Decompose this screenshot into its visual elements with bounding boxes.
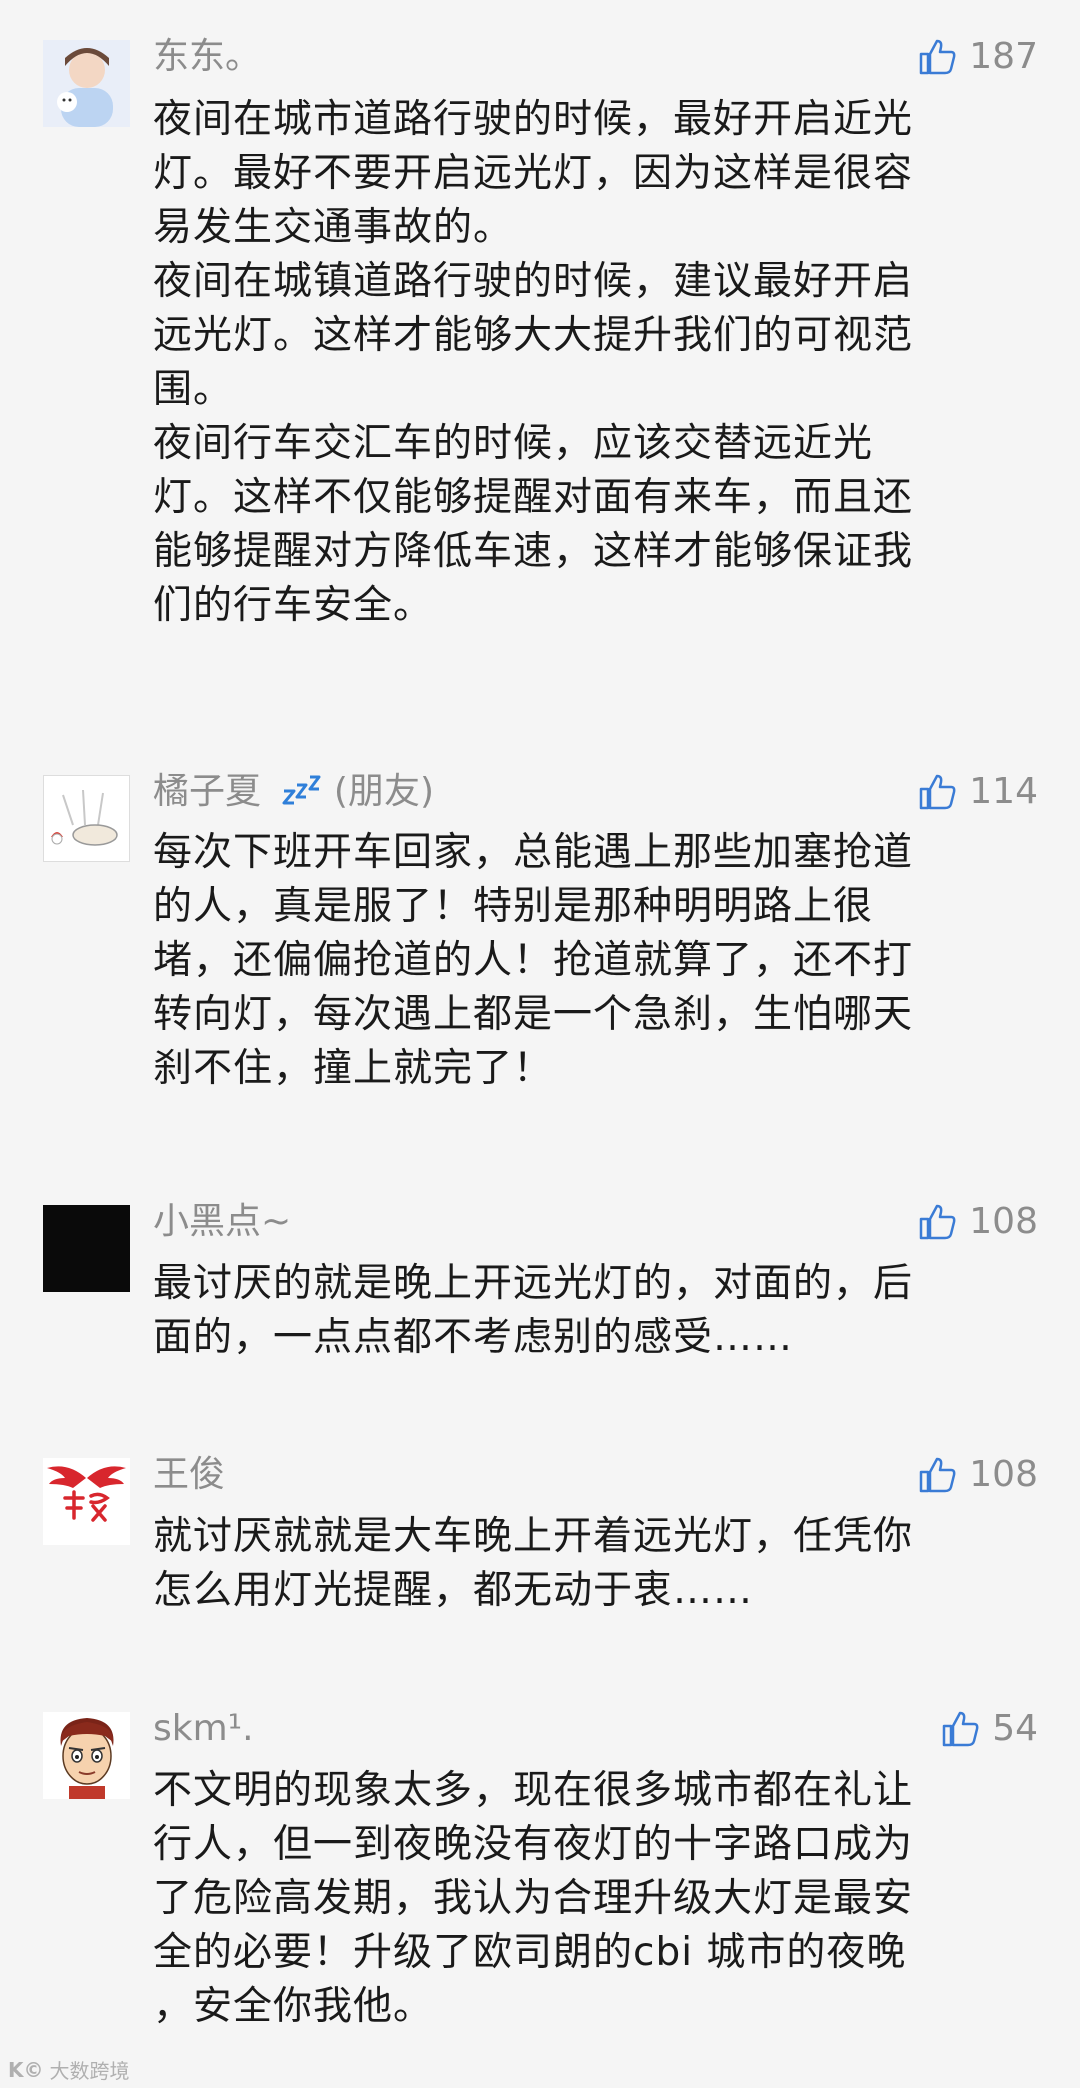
like-button[interactable]: 54 xyxy=(940,1707,1038,1751)
watermark: K© 大数跨境 xyxy=(8,2055,130,2084)
like-count: 187 xyxy=(969,36,1038,77)
comment-text: 不文明的现象太多，现在很多城市都在礼让 行人，但一到夜晚没有夜灯的十字路口成为 … xyxy=(153,1764,1033,2034)
comment-text: 每次下班开车回家，总能遇上那些加塞抢道 的人，真是服了！特别是那种明明路上很 堵… xyxy=(153,826,1033,1096)
like-button[interactable]: 114 xyxy=(917,770,1038,814)
avatar[interactable] xyxy=(43,775,130,862)
thumbs-up-icon xyxy=(920,39,956,75)
like-count: 114 xyxy=(969,771,1038,812)
comment-line: 堵，还偏偏抢道的人！抢道就算了，还不打 xyxy=(153,938,914,983)
cartoon-boy-avatar-icon xyxy=(43,40,130,127)
thumbs-up-icon xyxy=(920,1457,956,1493)
comment-line: 面的，一点点都不考虑别的感受…… xyxy=(153,1315,794,1360)
comment-line: 们的行车安全。 xyxy=(153,583,434,628)
comment-line: 夜间在城镇道路行驶的时候，建议最好开启 xyxy=(153,259,914,304)
comment-text: 夜间在城市道路行驶的时候，最好开启近光 灯。最好不要开启远光灯，因为这样是很容 … xyxy=(153,93,1033,633)
comment-line: 灯。最好不要开启远光灯，因为这样是很容 xyxy=(153,151,914,196)
comment-text: 最讨厌的就是晚上开远光灯的，对面的，后 面的，一点点都不考虑别的感受…… xyxy=(153,1257,1033,1365)
comment-line: 夜间行车交汇车的时候，应该交替远近光 xyxy=(153,421,874,466)
comment-line: 刹不住，撞上就完了！ xyxy=(153,1046,554,1091)
relation-label: (朋友) xyxy=(333,771,435,812)
like-button[interactable]: 187 xyxy=(917,35,1038,79)
username[interactable]: 橘子夏 (朋友) xyxy=(153,770,434,816)
comment-line: 围。 xyxy=(153,367,234,412)
username[interactable]: 小黑点~ xyxy=(153,1200,291,1244)
avatar[interactable] xyxy=(43,1458,130,1545)
zzz-sleep-icon xyxy=(282,772,322,816)
watermark-text: 大数跨境 xyxy=(49,2059,130,2083)
sketch-avatar-icon xyxy=(43,775,130,862)
cartoon-man-avatar-icon xyxy=(43,1712,130,1799)
comment-line: 每次下班开车回家，总能遇上那些加塞抢道 xyxy=(153,830,914,875)
comment-line: 灯。这样不仅能够提醒对面有来车，而且还 xyxy=(153,475,914,520)
comment-line: 能够提醒对方降低车速，这样才能够保证我 xyxy=(153,529,914,574)
comment-line: 的人，真是服了！特别是那种明明路上很 xyxy=(153,884,874,929)
username-text[interactable]: 王俊 xyxy=(153,1454,225,1495)
like-count: 108 xyxy=(969,1201,1038,1242)
username[interactable]: 东东。 xyxy=(153,35,261,79)
black-square-avatar-icon xyxy=(43,1205,130,1292)
comment-line: 最讨厌的就是晚上开远光灯的，对面的，后 xyxy=(153,1261,914,1306)
username-text[interactable]: 橘子夏 xyxy=(153,771,261,812)
comment-line: ，安全你我他。 xyxy=(153,1984,434,2029)
thumbs-up-icon xyxy=(920,1204,956,1240)
avatar[interactable] xyxy=(43,1205,130,1292)
like-count: 54 xyxy=(992,1708,1038,1749)
comment-line: 怎么用灯光提醒，都无动于衷…… xyxy=(153,1568,754,1613)
comment-line: 就讨厌就就是大车晚上开着远光灯，任凭你 xyxy=(153,1514,914,1559)
avatar[interactable] xyxy=(43,1712,130,1799)
comment-line: 转向灯，每次遇上都是一个急刹，生怕哪天 xyxy=(153,992,914,1037)
comment-line: 夜间在城市道路行驶的时候，最好开启近光 xyxy=(153,97,914,142)
comment-line: 了危险高发期，我认为合理升级大灯是最安 xyxy=(153,1876,914,1921)
comment-text: 就讨厌就就是大车晚上开着远光灯，任凭你 怎么用灯光提醒，都无动于衷…… xyxy=(153,1510,1033,1618)
comment-line: 易发生交通事故的。 xyxy=(153,205,514,250)
like-button[interactable]: 108 xyxy=(917,1453,1038,1497)
username[interactable]: skm¹. xyxy=(153,1707,254,1751)
comment-line: 不文明的现象太多，现在很多城市都在礼让 xyxy=(153,1768,914,1813)
thumbs-up-icon xyxy=(942,1711,979,1747)
username-text[interactable]: 东东。 xyxy=(153,36,261,77)
like-button[interactable]: 108 xyxy=(917,1200,1038,1244)
winged-dream-logo-avatar-icon xyxy=(43,1458,130,1545)
avatar[interactable] xyxy=(43,40,130,127)
username-text[interactable]: 小黑点~ xyxy=(153,1201,291,1242)
username[interactable]: 王俊 xyxy=(153,1453,225,1497)
comment-line: 行人，但一到夜晚没有夜灯的十字路口成为 xyxy=(153,1822,914,1867)
thumbs-up-icon xyxy=(920,774,956,810)
username-text[interactable]: skm¹. xyxy=(153,1708,254,1749)
comment-line: 全的必要！升级了欧司朗的cbi 城市的夜晚 xyxy=(153,1930,907,1975)
like-count: 108 xyxy=(969,1454,1038,1495)
watermark-logo: K© xyxy=(8,2057,44,2082)
comment-line: 远光灯。这样才能够大大提升我们的可视范 xyxy=(153,313,914,358)
